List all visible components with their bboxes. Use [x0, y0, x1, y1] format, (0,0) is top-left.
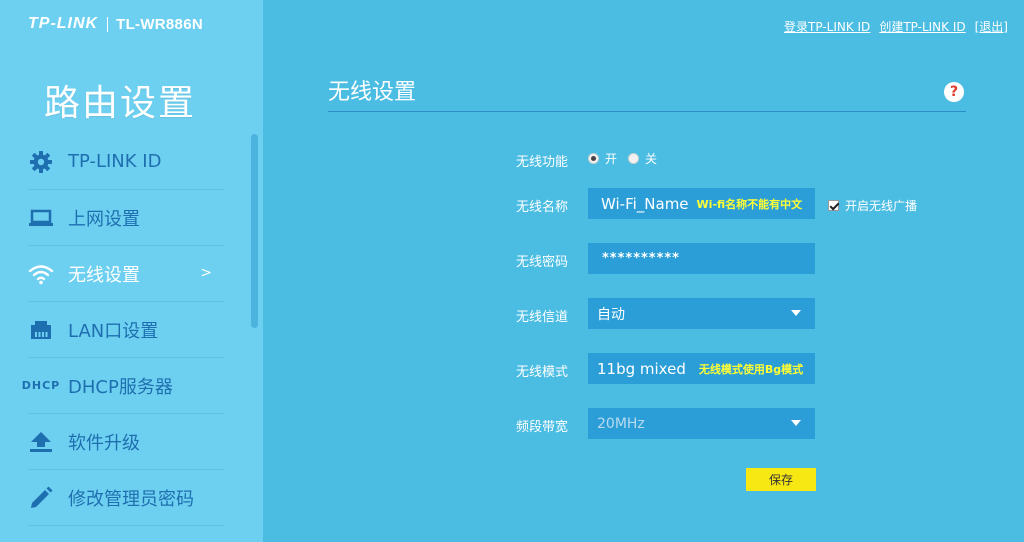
sidebar-item-lan[interactable]: LAN口设置: [28, 302, 224, 358]
broadcast-label: 开启无线广播: [845, 199, 918, 213]
sidebar-item-wireless[interactable]: 无线设置 >: [28, 246, 224, 302]
account-links: 登录TP-LINK ID 创建TP-LINK ID [退出]: [784, 18, 1008, 35]
bandwidth-label: 频段带宽: [516, 420, 569, 435]
create-tplink-id-link[interactable]: 创建TP-LINK ID: [879, 18, 965, 35]
password-value: **********: [602, 251, 680, 266]
wireless-function-radio-group: 开 关: [588, 150, 668, 167]
sidebar-item-dhcp[interactable]: DH CP DHCP服务器: [21, 358, 224, 414]
password-label: 无线密码: [516, 255, 569, 270]
ssid-warning-note: Wi-fi名称不能有中文: [696, 197, 803, 211]
sidebar-scrollbar[interactable]: [251, 134, 258, 328]
mode-value: 11bg mixed: [597, 359, 686, 378]
ssid-input[interactable]: Wi-Fi_Name Wi-fi名称不能有中文: [588, 188, 815, 219]
sidebar-nav: TP-LINK ID 上网设置 无线设置 > LAN口设置 DH CP DHCP…: [21, 134, 224, 526]
sidebar-item-admin-password[interactable]: 修改管理员密码: [28, 470, 224, 526]
chevron-right-icon: >: [200, 265, 212, 281]
sidebar-item-upgrade[interactable]: 软件升级: [28, 414, 224, 470]
lan-port-icon: [28, 317, 54, 343]
ssid-label: 无线名称: [516, 200, 569, 215]
broadcast-checkbox[interactable]: [828, 200, 839, 211]
chevron-down-icon: [791, 310, 801, 316]
brand-header: TP-LINK TL-WR886N: [28, 14, 203, 34]
login-tplink-id-link[interactable]: 登录TP-LINK ID: [784, 18, 870, 35]
bandwidth-value: 20MHz: [597, 415, 645, 432]
password-input[interactable]: **********: [588, 243, 815, 274]
sidebar-item-label: 无线设置: [68, 264, 140, 286]
radio-on[interactable]: [588, 153, 599, 164]
radio-off-label: 关: [645, 152, 658, 166]
channel-select[interactable]: 自动: [588, 298, 815, 329]
bandwidth-select[interactable]: 20MHz: [588, 408, 815, 439]
mode-warning-note: 无线模式使用Bg模式: [698, 362, 804, 376]
radio-off[interactable]: [628, 153, 640, 164]
radio-on-label: 开: [605, 152, 618, 166]
mode-label: 无线模式: [516, 365, 569, 380]
gear-icon: [28, 149, 54, 175]
upload-icon: [28, 429, 54, 455]
model-name: TL-WR886N: [116, 15, 203, 33]
chevron-down-icon: [791, 420, 801, 426]
channel-value: 自动: [597, 306, 625, 323]
logout-link[interactable]: [退出]: [975, 18, 1008, 35]
sidebar-item-label: 软件升级: [68, 432, 140, 454]
help-icon[interactable]: ?: [944, 82, 964, 102]
ssid-value: Wi-Fi_Name: [601, 194, 689, 213]
dhcp-icon: DH CP: [21, 379, 61, 392]
page-title: 无线设置: [328, 80, 417, 105]
title-divider: [328, 111, 966, 112]
sidebar-item-label: LAN口设置: [68, 320, 159, 342]
sidebar-item-label: 上网设置: [68, 208, 140, 230]
laptop-icon: [28, 205, 54, 231]
channel-label: 无线信道: [516, 310, 569, 325]
pencil-icon: [28, 485, 54, 511]
sidebar-item-label: 修改管理员密码: [68, 488, 194, 510]
sidebar-item-label: TP-LINK ID: [68, 151, 162, 172]
sidebar: TP-LINK TL-WR886N 路由设置 TP-LINK ID 上网设置 无…: [0, 0, 263, 542]
sidebar-item-tplink-id[interactable]: TP-LINK ID: [28, 134, 224, 190]
sidebar-title: 路由设置: [44, 83, 197, 124]
sidebar-item-label: DHCP服务器: [68, 376, 173, 398]
wireless-function-label: 无线功能: [516, 155, 569, 170]
mode-select[interactable]: 11bg mixed 无线模式使用Bg模式: [588, 353, 815, 384]
broadcast-toggle[interactable]: 开启无线广播: [828, 197, 917, 214]
save-button[interactable]: 保存: [746, 468, 816, 491]
tp-link-logo: TP-LINK: [28, 15, 99, 32]
logo-divider: [107, 16, 109, 32]
wifi-icon: [28, 261, 54, 287]
sidebar-item-internet[interactable]: 上网设置: [28, 190, 224, 246]
radio-on-option[interactable]: 开: [588, 150, 617, 167]
radio-off-option[interactable]: 关: [628, 150, 657, 167]
